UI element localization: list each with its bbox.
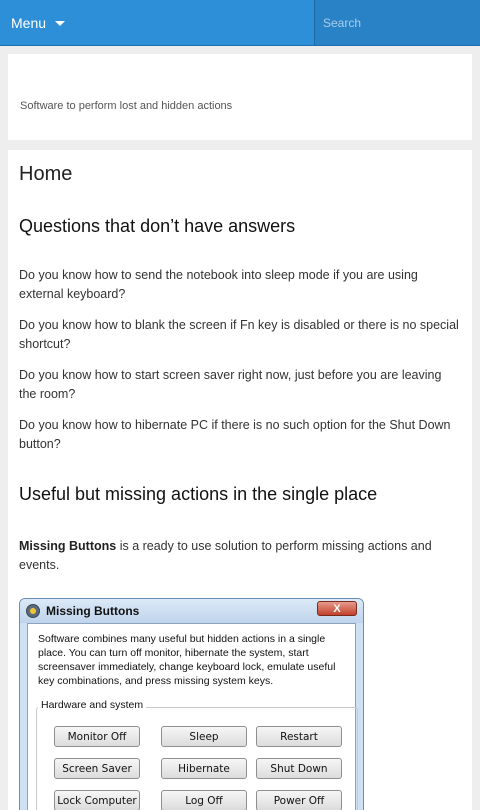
menu-button[interactable]: Menu — [0, 0, 314, 45]
restart-button: Restart — [256, 726, 342, 747]
search-box — [314, 0, 480, 45]
app-description: Software combines many useful but hidden… — [38, 633, 336, 687]
site-tagline: Software to perform lost and hidden acti… — [20, 100, 233, 112]
app-screenshot: Missing Buttons X Software combines many… — [19, 598, 364, 810]
hibernate-button: Hibernate — [161, 758, 247, 779]
app-titlebar: Missing Buttons X — [20, 599, 363, 623]
search-input[interactable] — [315, 0, 480, 45]
log-off-button: Log Off — [161, 790, 247, 810]
lock-computer-button: Lock Computer — [54, 790, 140, 810]
intro-paragraph: Missing Buttons is a ready to use soluti… — [19, 537, 461, 575]
app-body: Software combines many useful but hidden… — [27, 623, 358, 810]
menu-label: Menu — [11, 14, 47, 31]
close-button: X — [317, 601, 357, 616]
page-title: Home — [19, 163, 73, 185]
main-content: Home Questions that don’t have answers D… — [8, 150, 472, 810]
power-off-button: Power Off — [256, 790, 342, 810]
section-heading-questions: Questions that don’t have answers — [19, 216, 296, 236]
screen-saver-button: Screen Saver — [54, 758, 140, 779]
site-header: Software to perform lost and hidden acti… — [8, 54, 472, 140]
group-label: Hardware and system — [38, 699, 147, 711]
product-name: Missing Buttons — [19, 539, 117, 553]
question-paragraph: Do you know how to blank the screen if F… — [19, 318, 459, 351]
section-heading-useful-actions: Useful but missing actions in the single… — [19, 484, 378, 504]
shut-down-button: Shut Down — [256, 758, 342, 779]
caret-down-icon — [55, 21, 66, 26]
question-paragraph: Do you know how to hibernate PC if there… — [19, 418, 451, 451]
question-paragraph: Do you know how to send the notebook int… — [19, 268, 418, 301]
top-navigation-bar: Menu — [0, 0, 480, 46]
question-paragraph: Do you know how to start screen saver ri… — [19, 368, 442, 401]
app-icon — [26, 604, 40, 618]
monitor-off-button: Monitor Off — [54, 726, 140, 747]
sleep-button: Sleep — [161, 726, 247, 747]
app-title: Missing Buttons — [46, 604, 140, 618]
